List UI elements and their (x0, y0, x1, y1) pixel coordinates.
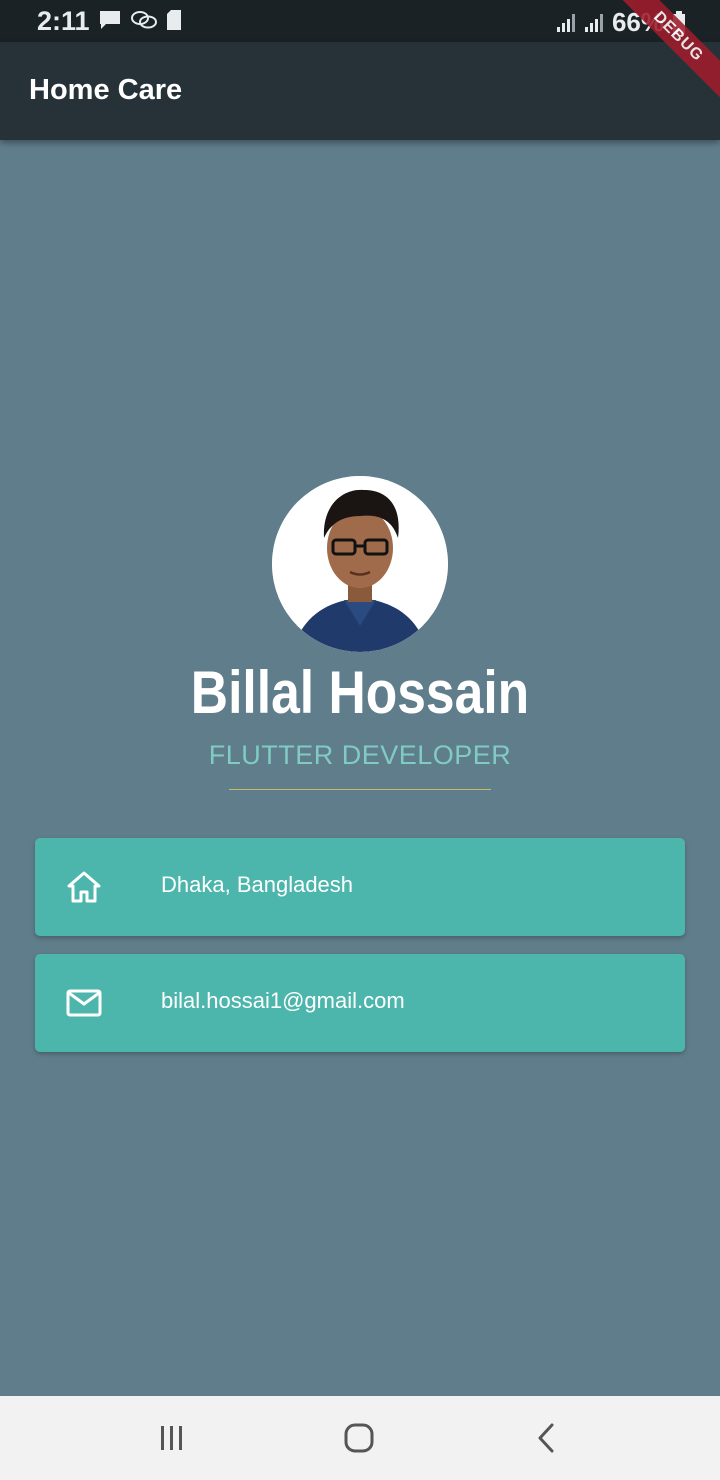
signal-icon (556, 13, 575, 32)
address-card[interactable]: Dhaka, Bangladesh (35, 838, 685, 936)
address-text: Dhaka, Bangladesh (161, 872, 354, 897)
home-button[interactable] (339, 1418, 379, 1458)
profile-role: FLUTTER DEVELOPER (208, 740, 512, 770)
email-text: bilal.hossai1@gmail.com (161, 988, 405, 1013)
sd-card-icon (167, 10, 181, 30)
divider (229, 789, 491, 790)
home-icon (67, 871, 101, 903)
status-bar: 2:11 66% (0, 0, 720, 42)
recents-button[interactable] (152, 1418, 192, 1458)
avatar (272, 476, 448, 652)
status-icons-right: 66% (556, 7, 686, 38)
mail-icon (66, 989, 102, 1017)
system-nav-bar (0, 1396, 720, 1480)
profile-name: Billal Hossain (190, 659, 530, 726)
recents-icon (161, 1426, 182, 1450)
status-icons-left (98, 9, 182, 31)
app-title: Home Care (29, 74, 183, 106)
message-icon (100, 11, 120, 29)
profile-photo (272, 476, 448, 652)
signal-icon (584, 13, 603, 32)
app-bar: Home Care (0, 42, 720, 140)
profile-content: Billal Hossain FLUTTER DEVELOPER Dhaka, … (0, 140, 720, 1395)
home-icon (344, 1423, 374, 1453)
chat-icon (131, 11, 157, 29)
status-time: 2:11 (37, 6, 90, 36)
back-button[interactable] (526, 1418, 566, 1458)
email-card[interactable]: bilal.hossai1@gmail.com (35, 954, 685, 1052)
battery-icon (673, 10, 685, 34)
battery-percent: 66% (611, 7, 664, 37)
back-icon (538, 1423, 554, 1453)
